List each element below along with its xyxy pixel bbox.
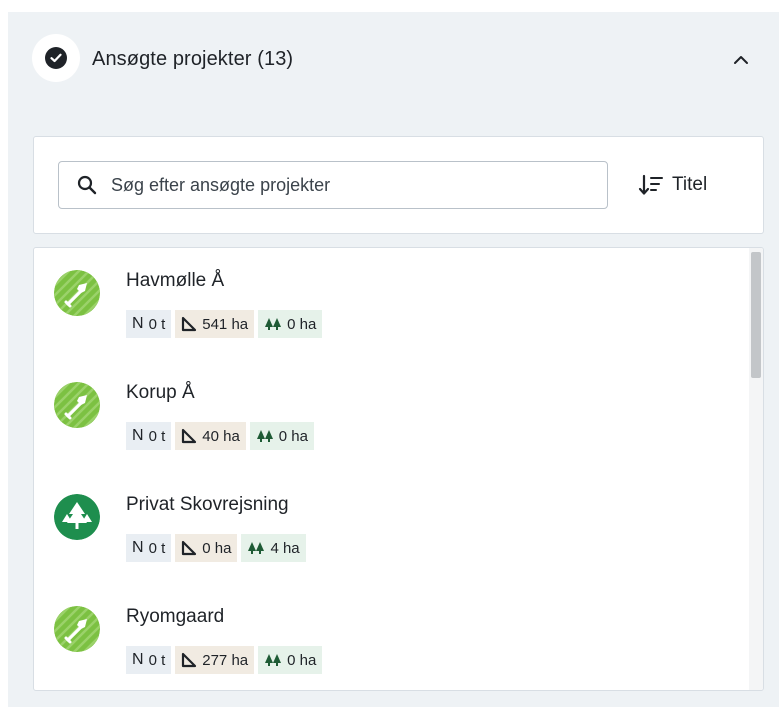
nitrogen-badge: N 0 t (126, 534, 172, 562)
forest-value: 0 ha (287, 315, 317, 333)
nitrogen-value: 0 t (148, 539, 166, 557)
trees-icon (248, 542, 265, 554)
shovel-icon (54, 382, 100, 428)
nitrogen-icon: N (132, 651, 144, 668)
trees-icon (256, 430, 273, 442)
area-badge: 277 ha (175, 646, 255, 674)
nitrogen-value: 0 t (148, 427, 166, 445)
nitrogen-badge: N 0 t (126, 646, 172, 674)
trees-icon (265, 654, 282, 666)
sort-descending-icon (638, 174, 663, 195)
search-card: Titel (33, 136, 764, 234)
area-badge: 0 ha (175, 534, 238, 562)
project-list-item[interactable]: Havmølle Å N 0 t 541 ha 0 ha (34, 248, 749, 360)
area-icon (182, 316, 197, 332)
project-list: Havmølle Å N 0 t 541 ha 0 ha Korup Å N 0… (33, 247, 764, 691)
project-stats: N 0 t 541 ha 0 ha (126, 310, 323, 338)
project-list-item[interactable]: Privat Skovrejsning N 0 t 0 ha 4 ha (34, 472, 749, 584)
check-circle-icon (45, 47, 67, 69)
forest-badge: 0 ha (258, 646, 323, 674)
nitrogen-value: 0 t (148, 651, 166, 669)
project-list-item[interactable]: Korup Å N 0 t 40 ha 0 ha (34, 360, 749, 472)
project-title: Korup Å (126, 382, 195, 403)
area-value: 0 ha (202, 539, 232, 557)
scrollbar[interactable] (749, 248, 763, 690)
panel-title: Ansøgte projekter (13) (92, 48, 294, 70)
shovel-icon (54, 270, 100, 316)
area-value: 277 ha (202, 651, 249, 669)
project-title: Ryomgaard (126, 606, 225, 627)
search-icon (77, 175, 97, 195)
forest-value: 4 ha (270, 539, 300, 557)
area-icon (182, 428, 197, 444)
area-icon (182, 652, 197, 668)
sort-label: Titel (672, 174, 708, 195)
shovel-icon (54, 606, 100, 652)
applied-projects-panel: Ansøgte projekter (13) Titel (8, 12, 779, 707)
trees-icon (265, 318, 282, 330)
trees-icon (54, 494, 100, 540)
project-stats: N 0 t 0 ha 4 ha (126, 534, 306, 562)
project-title: Havmølle Å (126, 270, 225, 291)
chevron-up-icon (734, 56, 748, 64)
nitrogen-icon: N (132, 427, 144, 444)
forest-value: 0 ha (278, 427, 308, 445)
forest-value: 0 ha (287, 651, 317, 669)
forest-badge: 4 ha (241, 534, 306, 562)
nitrogen-icon: N (132, 539, 144, 556)
area-value: 541 ha (202, 315, 249, 333)
area-value: 40 ha (202, 427, 240, 445)
project-list-item[interactable]: Ryomgaard N 0 t 277 ha 0 ha (34, 584, 749, 690)
project-title: Privat Skovrejsning (126, 494, 289, 515)
search-input[interactable] (111, 162, 601, 208)
area-icon (182, 540, 197, 556)
nitrogen-icon: N (132, 315, 144, 332)
nitrogen-value: 0 t (148, 315, 166, 333)
forest-badge: 0 ha (258, 310, 323, 338)
forest-badge: 0 ha (249, 422, 314, 450)
nitrogen-badge: N 0 t (126, 422, 172, 450)
panel-header[interactable]: Ansøgte projekter (13) (8, 12, 779, 112)
area-badge: 40 ha (175, 422, 246, 450)
scrollbar-thumb[interactable] (751, 252, 761, 378)
status-indicator (32, 34, 80, 82)
search-box[interactable] (58, 161, 608, 209)
project-stats: N 0 t 277 ha 0 ha (126, 646, 323, 674)
project-stats: N 0 t 40 ha 0 ha (126, 422, 314, 450)
sort-button[interactable]: Titel (638, 171, 707, 199)
collapse-button[interactable] (729, 50, 753, 70)
area-badge: 541 ha (175, 310, 255, 338)
nitrogen-badge: N 0 t (126, 310, 172, 338)
